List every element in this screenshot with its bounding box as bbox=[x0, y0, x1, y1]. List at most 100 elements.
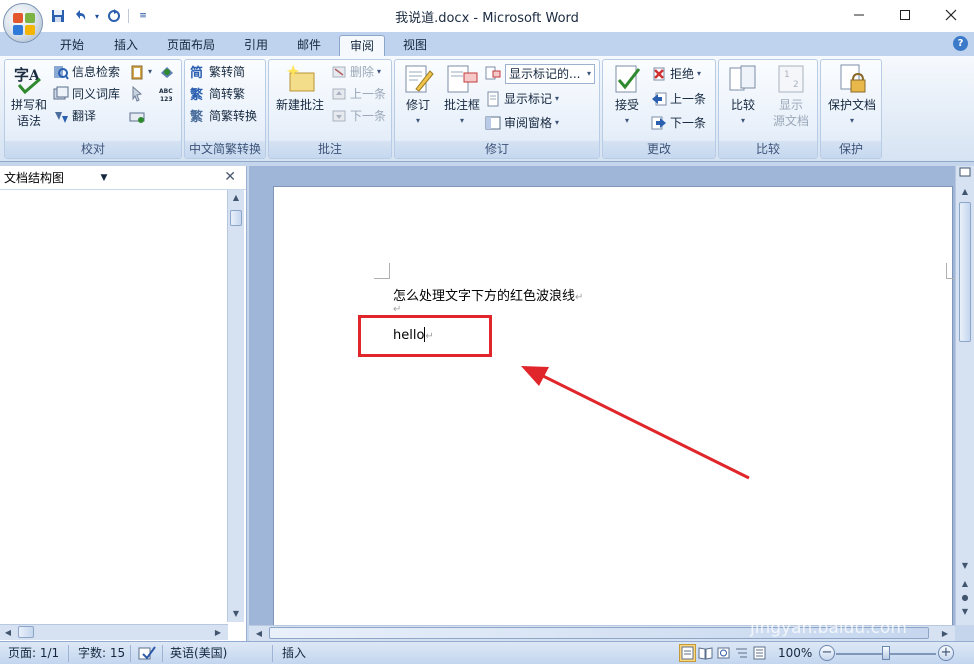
reject-button[interactable]: 拒绝 ▾ bbox=[651, 64, 701, 84]
scroll-left-icon[interactable]: ◀ bbox=[0, 625, 16, 641]
status-word-count[interactable]: 字数: 15 bbox=[78, 645, 125, 662]
keyboard-button[interactable] bbox=[129, 106, 145, 126]
spelling-grammar-button[interactable]: 字A 拼写和 语法 bbox=[7, 63, 51, 129]
scroll-down-icon[interactable]: ▼ bbox=[957, 558, 973, 574]
tab-insert[interactable]: 插入 bbox=[104, 35, 148, 56]
caret-icon: ▾ bbox=[849, 116, 854, 125]
to-traditional-button[interactable]: 繁 简转繁 bbox=[190, 84, 245, 104]
minimize-icon[interactable] bbox=[836, 0, 882, 30]
research-button[interactable]: 信息检索 bbox=[53, 62, 120, 82]
scroll-right-icon[interactable]: ▶ bbox=[210, 625, 226, 641]
close-icon[interactable] bbox=[928, 0, 974, 30]
translate-button[interactable]: 翻译 bbox=[53, 106, 96, 126]
language-icon bbox=[159, 64, 175, 80]
next-change-button[interactable]: 下一条 bbox=[651, 113, 706, 133]
protect-document-button[interactable]: 保护文档 ▾ bbox=[823, 63, 881, 129]
svg-text:1: 1 bbox=[784, 70, 790, 80]
chinese-conversion-button[interactable]: 繁 简繁转换 bbox=[190, 106, 257, 126]
balloons-icon bbox=[446, 63, 478, 95]
proofing-status-icon[interactable] bbox=[138, 645, 156, 664]
scroll-left-icon[interactable]: ◀ bbox=[251, 626, 267, 642]
word-count-button[interactable]: ABC 123 bbox=[159, 84, 175, 104]
previous-comment-icon bbox=[331, 86, 347, 102]
document-vscrollbar[interactable]: ▲ ▼ ▲ ● ▼ bbox=[955, 166, 974, 625]
chinese-conversion-label: 简繁转换 bbox=[209, 109, 258, 123]
zoom-slider-thumb[interactable] bbox=[882, 646, 890, 660]
reject-icon bbox=[651, 66, 667, 82]
next-comment-button[interactable]: 下一条 bbox=[331, 106, 386, 126]
show-source-button[interactable]: 12 显示 源文档 bbox=[767, 63, 815, 129]
maximize-icon[interactable] bbox=[882, 0, 928, 30]
previous-comment-button[interactable]: 上一条 bbox=[331, 84, 386, 104]
spelling-grammar-label: 拼写和 语法 bbox=[10, 98, 47, 128]
scroll-thumb[interactable] bbox=[269, 627, 929, 639]
accept-button[interactable]: 接受 ▾ bbox=[605, 63, 649, 129]
zoom-out-icon[interactable]: − bbox=[819, 645, 835, 661]
full-screen-reading-view-icon[interactable] bbox=[697, 644, 714, 662]
set-language-button[interactable] bbox=[129, 84, 145, 104]
translation-tip-button[interactable]: ▾ bbox=[129, 62, 152, 82]
language-button[interactable] bbox=[159, 62, 175, 82]
to-simplified-button[interactable]: 简 繁转简 bbox=[190, 62, 245, 82]
tab-home[interactable]: 开始 bbox=[50, 35, 94, 56]
ruler-toggle-icon[interactable] bbox=[957, 166, 973, 182]
web-layout-view-icon[interactable] bbox=[715, 644, 732, 662]
status-separator bbox=[130, 645, 131, 662]
office-button[interactable] bbox=[3, 3, 43, 43]
display-for-review-select[interactable]: 显示标记的... ▾ bbox=[505, 64, 595, 84]
compare-button[interactable]: 比较 ▾ bbox=[721, 63, 765, 129]
draft-view-icon[interactable] bbox=[751, 644, 768, 662]
next-comment-label: 下一条 bbox=[350, 109, 387, 123]
group-label-compare: 比较 bbox=[719, 141, 817, 158]
tab-view[interactable]: 视图 bbox=[393, 35, 437, 56]
previous-change-button[interactable]: 上一条 bbox=[651, 89, 706, 109]
scroll-thumb[interactable] bbox=[959, 202, 971, 342]
status-page[interactable]: 页面: 1/1 bbox=[8, 645, 59, 662]
research-label: 信息检索 bbox=[72, 65, 121, 79]
status-insert-mode[interactable]: 插入 bbox=[282, 645, 306, 662]
group-label-tracking: 修订 bbox=[395, 141, 599, 158]
scroll-down-icon[interactable]: ▼ bbox=[228, 606, 244, 622]
print-layout-view-icon[interactable] bbox=[679, 644, 696, 662]
tab-review[interactable]: 审阅 bbox=[339, 35, 386, 56]
zoom-level[interactable]: 100% bbox=[778, 645, 812, 662]
tab-references[interactable]: 引用 bbox=[234, 35, 278, 56]
help-icon[interactable]: ? bbox=[953, 36, 968, 51]
scroll-up-icon[interactable]: ▲ bbox=[957, 184, 973, 200]
window-title: 我说道.docx - Microsoft Word bbox=[395, 11, 579, 26]
scroll-right-icon[interactable]: ▶ bbox=[937, 626, 953, 642]
reviewing-pane-button[interactable]: 审阅窗格 ▾ bbox=[485, 113, 559, 133]
show-source-label: 显示 源文档 bbox=[772, 98, 809, 128]
next-change-label: 下一条 bbox=[670, 116, 707, 130]
outline-view-icon[interactable] bbox=[733, 644, 750, 662]
show-markup-icon bbox=[485, 91, 501, 107]
next-page-icon[interactable]: ▼ bbox=[957, 604, 973, 620]
document-map-hscrollbar[interactable]: ◀ ▶ bbox=[0, 624, 228, 640]
balloons-button[interactable]: 批注框 ▾ bbox=[441, 63, 483, 129]
tab-mailings[interactable]: 邮件 bbox=[287, 35, 331, 56]
chevron-down-icon[interactable]: ▼ bbox=[96, 170, 112, 187]
caret-icon: ▾ bbox=[415, 116, 420, 125]
caret-icon: ▾ bbox=[740, 116, 745, 125]
zoom-in-icon[interactable]: + bbox=[938, 645, 954, 661]
delete-comment-button[interactable]: 删除 ▾ bbox=[331, 62, 381, 82]
close-icon[interactable]: ✕ bbox=[224, 169, 236, 185]
tab-page-layout[interactable]: 页面布局 bbox=[157, 35, 225, 56]
thesaurus-label: 同义词库 bbox=[72, 87, 121, 101]
chevron-down-icon: ▾ bbox=[586, 69, 591, 78]
scroll-up-icon[interactable]: ▲ bbox=[228, 190, 244, 206]
spelling-icon: 字A bbox=[13, 63, 45, 95]
track-changes-button[interactable]: 修订 ▾ bbox=[397, 63, 439, 129]
document-map-vscrollbar[interactable]: ▲ ▼ bbox=[227, 190, 244, 622]
status-language[interactable]: 英语(美国) bbox=[170, 645, 227, 662]
new-comment-button[interactable]: 新建批注 bbox=[271, 63, 329, 113]
thesaurus-button[interactable]: 同义词库 bbox=[53, 84, 120, 104]
document-hscrollbar[interactable]: ◀ ▶ bbox=[249, 625, 955, 641]
scroll-thumb[interactable] bbox=[18, 626, 34, 638]
traditional-icon: 繁 bbox=[190, 86, 206, 103]
abc-123-icon: ABC 123 bbox=[159, 86, 175, 103]
scroll-thumb[interactable] bbox=[230, 210, 242, 226]
reject-label: 拒绝 bbox=[670, 67, 695, 81]
show-markup-button[interactable]: 显示标记 ▾ bbox=[485, 89, 559, 109]
conversion-icon: 繁 bbox=[190, 108, 206, 125]
